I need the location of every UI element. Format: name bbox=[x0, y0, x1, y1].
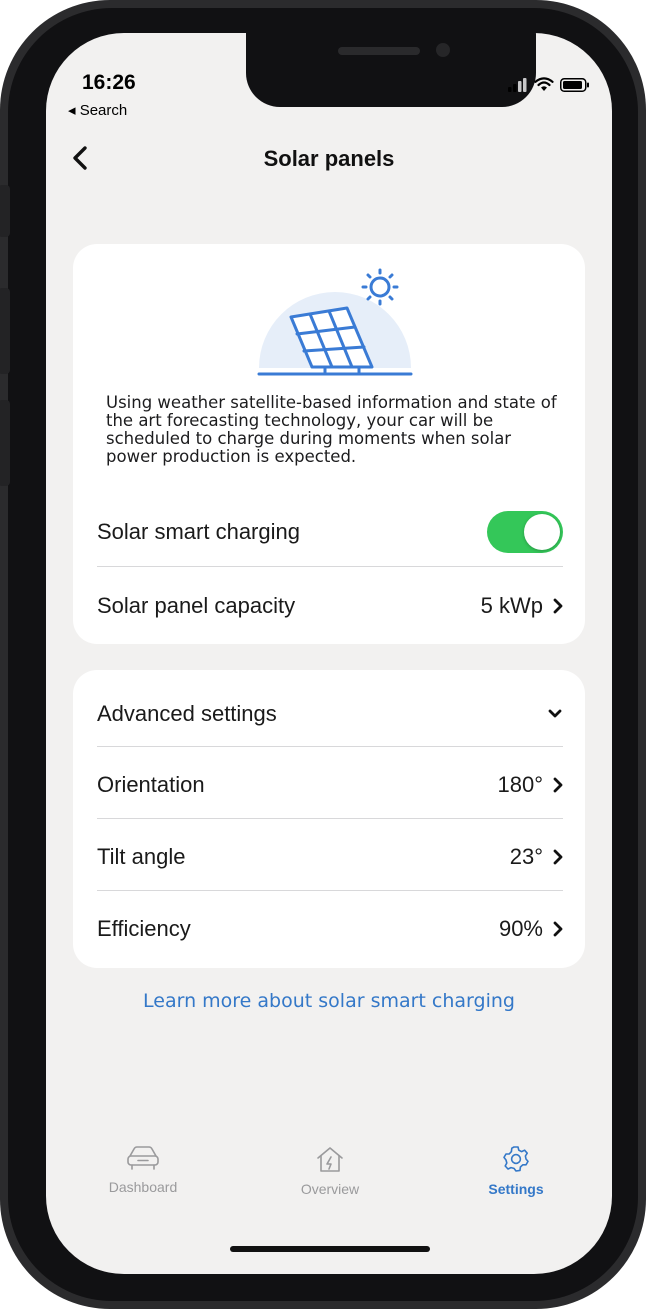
efficiency-label: Efficiency bbox=[97, 916, 191, 941]
chevron-right-icon bbox=[553, 598, 563, 614]
app-screen: 16:26 ◂ Search Solar panels Using weathe… bbox=[46, 33, 612, 1274]
notch bbox=[246, 33, 536, 107]
solar-panel-capacity-label: Solar panel capacity bbox=[97, 593, 296, 618]
orientation-row[interactable]: Orientation 180° bbox=[97, 763, 563, 807]
solar-panel-illustration bbox=[257, 268, 413, 376]
tab-overview-label: Overview bbox=[300, 1181, 360, 1197]
solar-panel-capacity-value: 5 kWp bbox=[481, 593, 563, 619]
cellular-signal-icon bbox=[508, 77, 527, 92]
capacity-value-text: 5 kWp bbox=[480, 593, 543, 618]
car-icon bbox=[127, 1146, 159, 1170]
chevron-right-icon bbox=[553, 777, 563, 793]
status-time: 16:26 bbox=[82, 71, 136, 94]
back-to-app-link[interactable]: ◂ Search bbox=[68, 101, 127, 119]
advanced-settings-header[interactable]: Advanced settings bbox=[97, 692, 563, 736]
divider bbox=[97, 890, 563, 891]
front-camera bbox=[436, 43, 450, 57]
tab-settings-label: Settings bbox=[488, 1181, 544, 1197]
solar-description: Using weather satellite-based informatio… bbox=[106, 393, 557, 466]
home-indicator bbox=[230, 1246, 430, 1252]
solar-smart-charging-row: Solar smart charging bbox=[97, 510, 563, 554]
sun-icon bbox=[361, 268, 399, 306]
solar-smart-charging-toggle[interactable] bbox=[487, 511, 563, 553]
orientation-label: Orientation bbox=[97, 772, 205, 797]
gear-icon bbox=[503, 1146, 529, 1172]
tab-dashboard[interactable]: Dashboard bbox=[73, 1145, 213, 1195]
solar-panel-capacity-row[interactable]: Solar panel capacity 5 kWp bbox=[97, 584, 563, 628]
battery-icon bbox=[560, 77, 589, 92]
learn-more-link[interactable]: Learn more about solar smart charging bbox=[46, 990, 612, 1012]
divider bbox=[97, 818, 563, 819]
toggle-knob bbox=[524, 514, 560, 550]
chevron-right-icon bbox=[553, 849, 563, 865]
chevron-down-icon bbox=[548, 709, 562, 718]
page-title: Solar panels bbox=[263, 146, 395, 171]
chevron-right-icon bbox=[553, 921, 563, 937]
tilt-angle-label: Tilt angle bbox=[97, 844, 186, 869]
solar-smart-charging-label: Solar smart charging bbox=[97, 519, 300, 544]
tilt-angle-value: 23° bbox=[510, 844, 563, 870]
wifi-icon bbox=[534, 77, 554, 91]
tab-dashboard-label: Dashboard bbox=[108, 1179, 178, 1195]
speaker bbox=[338, 47, 420, 55]
efficiency-value: 90% bbox=[499, 916, 563, 942]
tab-bar: Dashboard Overview Settings bbox=[46, 1145, 612, 1225]
orientation-value-text: 180° bbox=[497, 772, 543, 797]
mute-switch bbox=[0, 185, 10, 237]
volume-up-button bbox=[0, 288, 10, 374]
status-icons bbox=[508, 77, 590, 92]
divider bbox=[97, 746, 563, 747]
advanced-settings-card: Advanced settings Orientation 180° Tilt … bbox=[73, 670, 585, 968]
tab-overview[interactable]: Overview bbox=[260, 1145, 400, 1197]
orientation-value: 180° bbox=[497, 772, 563, 798]
tilt-angle-value-text: 23° bbox=[509, 844, 543, 869]
solar-info-card: Using weather satellite-based informatio… bbox=[73, 244, 585, 644]
efficiency-value-text: 90% bbox=[498, 916, 543, 941]
efficiency-row[interactable]: Efficiency 90% bbox=[97, 907, 563, 951]
volume-down-button bbox=[0, 400, 10, 486]
tilt-angle-row[interactable]: Tilt angle 23° bbox=[97, 835, 563, 879]
home-energy-icon bbox=[317, 1147, 343, 1172]
divider bbox=[97, 566, 563, 567]
advanced-settings-title: Advanced settings bbox=[97, 701, 277, 726]
tab-settings[interactable]: Settings bbox=[446, 1145, 586, 1197]
